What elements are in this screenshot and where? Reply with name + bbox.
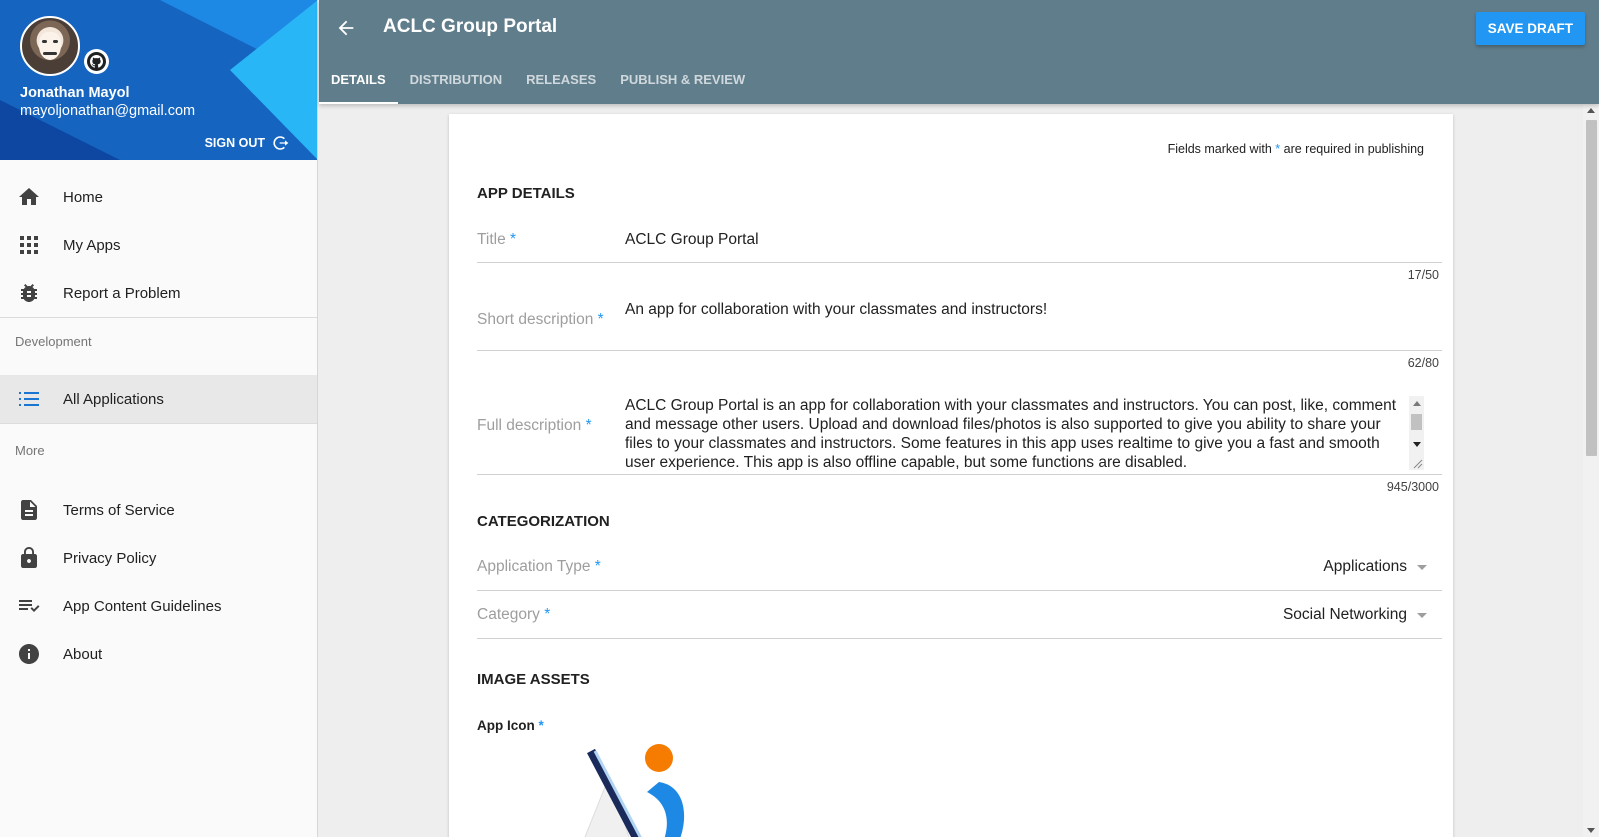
save-draft-button[interactable]: SAVE DRAFT (1475, 12, 1585, 45)
category-label: Category * (477, 606, 551, 623)
full-description-label: Full description * (477, 417, 592, 434)
sidebar-item-label: Report a Problem (63, 284, 181, 302)
dropdown-caret-icon (1417, 564, 1427, 570)
category-select[interactable]: Social Networking (1283, 606, 1427, 624)
sidebar-item-label: All Applications (63, 390, 164, 408)
sign-out-icon (273, 136, 289, 150)
document-icon (17, 498, 41, 522)
title-input[interactable]: ACLC Group Portal (625, 231, 759, 249)
sidebar: Jonathan Mayol mayoljonathan@gmail.com S… (0, 0, 318, 837)
sidebar-item-label: About (63, 645, 103, 663)
sidebar-item-label: Home (63, 188, 104, 206)
divider (0, 317, 317, 318)
sidebar-item-privacy-policy[interactable]: Privacy Policy (0, 534, 317, 582)
profile-header: Jonathan Mayol mayoljonathan@gmail.com S… (0, 0, 317, 160)
section-title-image-assets: IMAGE ASSETS (477, 671, 590, 688)
divider (0, 423, 317, 424)
lock-icon (17, 546, 41, 570)
details-card: Fields marked with * are required in pub… (449, 114, 1453, 837)
section-header-development: Development (15, 334, 92, 349)
page-scrollbar[interactable] (1583, 104, 1599, 837)
section-title-app-details: APP DETAILS (477, 185, 575, 202)
title-underline (477, 262, 1442, 263)
sidebar-item-terms-of-service[interactable]: Terms of Service (0, 486, 317, 534)
sidebar-item-home[interactable]: Home (0, 173, 317, 221)
playlist-check-icon (17, 594, 41, 618)
app-icon-label: App Icon * (477, 718, 544, 733)
user-name: Jonathan Mayol (20, 85, 130, 101)
sidebar-item-report-problem[interactable]: Report a Problem (0, 269, 317, 317)
section-title-categorization: CATEGORIZATION (477, 513, 610, 530)
home-icon (17, 185, 41, 209)
tab-bar: DETAILS DISTRIBUTION RELEASES PUBLISH & … (319, 62, 757, 104)
main-content: Fields marked with * are required in pub… (319, 104, 1583, 837)
dropdown-caret-icon (1417, 612, 1427, 618)
required-fields-note: Fields marked with * are required in pub… (1167, 142, 1424, 156)
user-email: mayoljonathan@gmail.com (20, 103, 196, 119)
section-header-more: More (15, 443, 45, 458)
github-icon[interactable] (84, 49, 109, 74)
category-underline (477, 638, 1442, 639)
application-type-underline (477, 590, 1442, 591)
app-header: ACLC Group Portal SAVE DRAFT DETAILS DIS… (319, 0, 1599, 104)
short-description-label: Short description * (477, 311, 604, 328)
sidebar-item-label: Terms of Service (63, 501, 175, 519)
sidebar-item-all-applications[interactable]: All Applications (0, 375, 317, 423)
sidebar-item-content-guidelines[interactable]: App Content Guidelines (0, 582, 317, 630)
title-counter: 17/50 (1407, 268, 1439, 282)
short-description-counter: 62/80 (1407, 356, 1439, 370)
app-icon-image[interactable] (509, 742, 709, 837)
sign-out-label: SIGN OUT (204, 136, 265, 150)
full-description-textarea[interactable]: ACLC Group Portal is an app for collabor… (625, 396, 1400, 470)
info-icon (17, 642, 41, 666)
tab-publish-review[interactable]: PUBLISH & REVIEW (608, 62, 757, 104)
sidebar-item-label: My Apps (63, 236, 121, 254)
tab-details[interactable]: DETAILS (319, 62, 398, 104)
sign-out-button[interactable]: SIGN OUT (205, 135, 289, 151)
application-type-label: Application Type * (477, 558, 601, 575)
tab-distribution[interactable]: DISTRIBUTION (398, 62, 514, 104)
title-label: Title * (477, 231, 517, 248)
back-arrow-icon[interactable] (333, 15, 359, 41)
page-title: ACLC Group Portal (383, 16, 558, 37)
resize-grip-icon[interactable] (1409, 454, 1424, 470)
sidebar-item-label: Privacy Policy (63, 549, 157, 567)
short-description-underline (477, 350, 1442, 351)
avatar[interactable] (20, 16, 80, 76)
short-description-input[interactable]: An app for collaboration with your class… (625, 301, 1047, 319)
full-description-counter: 945/3000 (1386, 480, 1439, 494)
bug-icon (17, 281, 41, 305)
application-type-select[interactable]: Applications (1323, 558, 1427, 576)
sidebar-item-about[interactable]: About (0, 630, 317, 678)
full-description-underline (477, 474, 1442, 475)
sidebar-item-my-apps[interactable]: My Apps (0, 221, 317, 269)
tab-releases[interactable]: RELEASES (514, 62, 608, 104)
list-icon (17, 387, 41, 411)
apps-grid-icon (17, 233, 41, 257)
sidebar-item-label: App Content Guidelines (63, 597, 222, 615)
